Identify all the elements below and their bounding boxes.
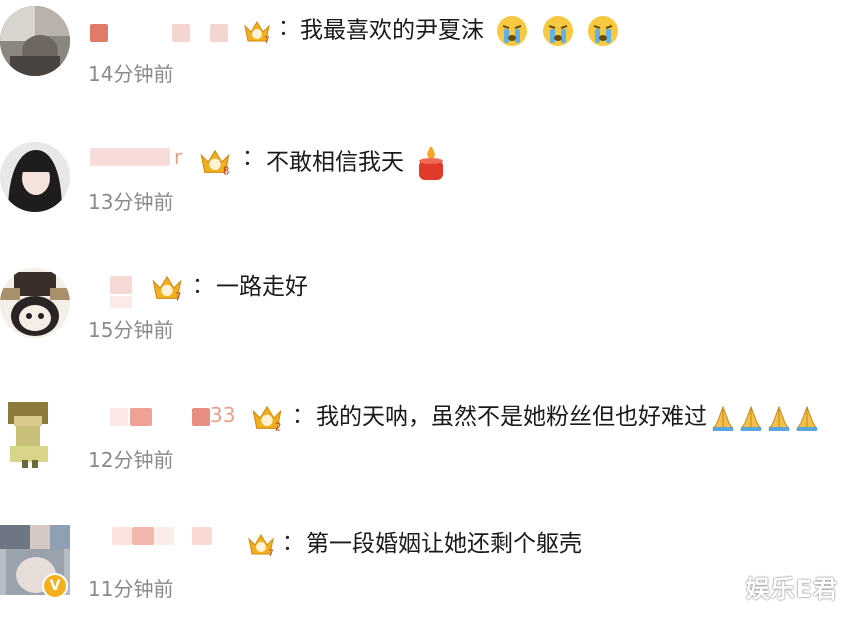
avatar[interactable]	[0, 142, 70, 212]
avatar[interactable]	[0, 398, 70, 468]
crown-badge-icon: 7	[244, 21, 270, 46]
username-suffix: 33	[210, 403, 236, 427]
comment-item: r 8 ： 不敢相信我天 13分钟前	[0, 130, 852, 230]
comment-item: V 7 ： 第一段婚姻让她还剩个躯壳 11分钟前	[0, 515, 852, 615]
svg-text:8: 8	[223, 167, 229, 178]
separator: ：	[242, 146, 265, 171]
crown-badge-icon: 2	[252, 405, 282, 434]
crown-badge-icon: 7	[248, 534, 274, 559]
comment-item: 7 ： 一路走好 15分钟前	[0, 258, 852, 358]
username[interactable]	[110, 408, 210, 426]
pray-emoji-icon	[712, 405, 734, 431]
crying-emoji-icon	[497, 16, 528, 46]
pray-emoji-icon	[768, 405, 790, 431]
separator: ：	[282, 531, 305, 556]
comment-feed: 7 ： 我最喜欢的尹夏沫 14分钟前 r 8 ： 不敢相信我天 13分钟前 7 …	[0, 0, 852, 622]
svg-text:7: 7	[268, 549, 274, 559]
crown-badge-icon: 7	[152, 275, 182, 304]
username-suffix: r	[174, 145, 183, 169]
username[interactable]	[112, 527, 212, 545]
candle-emoji-icon	[419, 146, 444, 180]
pray-emoji-icon	[740, 405, 762, 431]
username[interactable]	[90, 24, 235, 42]
crying-emoji-icon	[587, 16, 618, 46]
comment-item: 33 2 ： 我的天呐，虽然不是她粉丝但也好难过 12分钟前	[0, 388, 852, 488]
separator: ：	[292, 404, 315, 429]
crown-badge-icon: 8	[200, 149, 230, 178]
timestamp: 15分钟前	[88, 318, 174, 342]
avatar[interactable]	[0, 268, 70, 338]
separator: ：	[192, 274, 215, 299]
separator: ：	[278, 16, 301, 41]
svg-text:7: 7	[175, 293, 181, 304]
svg-text:2: 2	[275, 423, 281, 434]
username[interactable]	[110, 276, 134, 308]
comment-text: 不敢相信我天	[266, 144, 447, 182]
comment-text: 第一段婚姻让她还剩个躯壳	[306, 531, 582, 557]
comment-text: 一路走好	[216, 274, 308, 300]
timestamp: 11分钟前	[88, 577, 174, 601]
comment-item: 7 ： 我最喜欢的尹夏沫 14分钟前	[0, 0, 852, 100]
verified-badge-icon: V	[42, 573, 68, 599]
comment-text: 我最喜欢的尹夏沫	[300, 14, 620, 48]
timestamp: 14分钟前	[88, 62, 174, 86]
timestamp: 12分钟前	[88, 448, 174, 472]
timestamp: 13分钟前	[88, 190, 174, 214]
username[interactable]	[90, 148, 170, 166]
avatar[interactable]	[0, 6, 70, 76]
watermark-text: 娱乐E君	[745, 575, 838, 603]
comment-text: 我的天呐，虽然不是她粉丝但也好难过	[316, 402, 819, 432]
svg-text:7: 7	[264, 36, 270, 46]
crying-emoji-icon	[542, 16, 573, 46]
pray-emoji-icon	[796, 405, 818, 431]
